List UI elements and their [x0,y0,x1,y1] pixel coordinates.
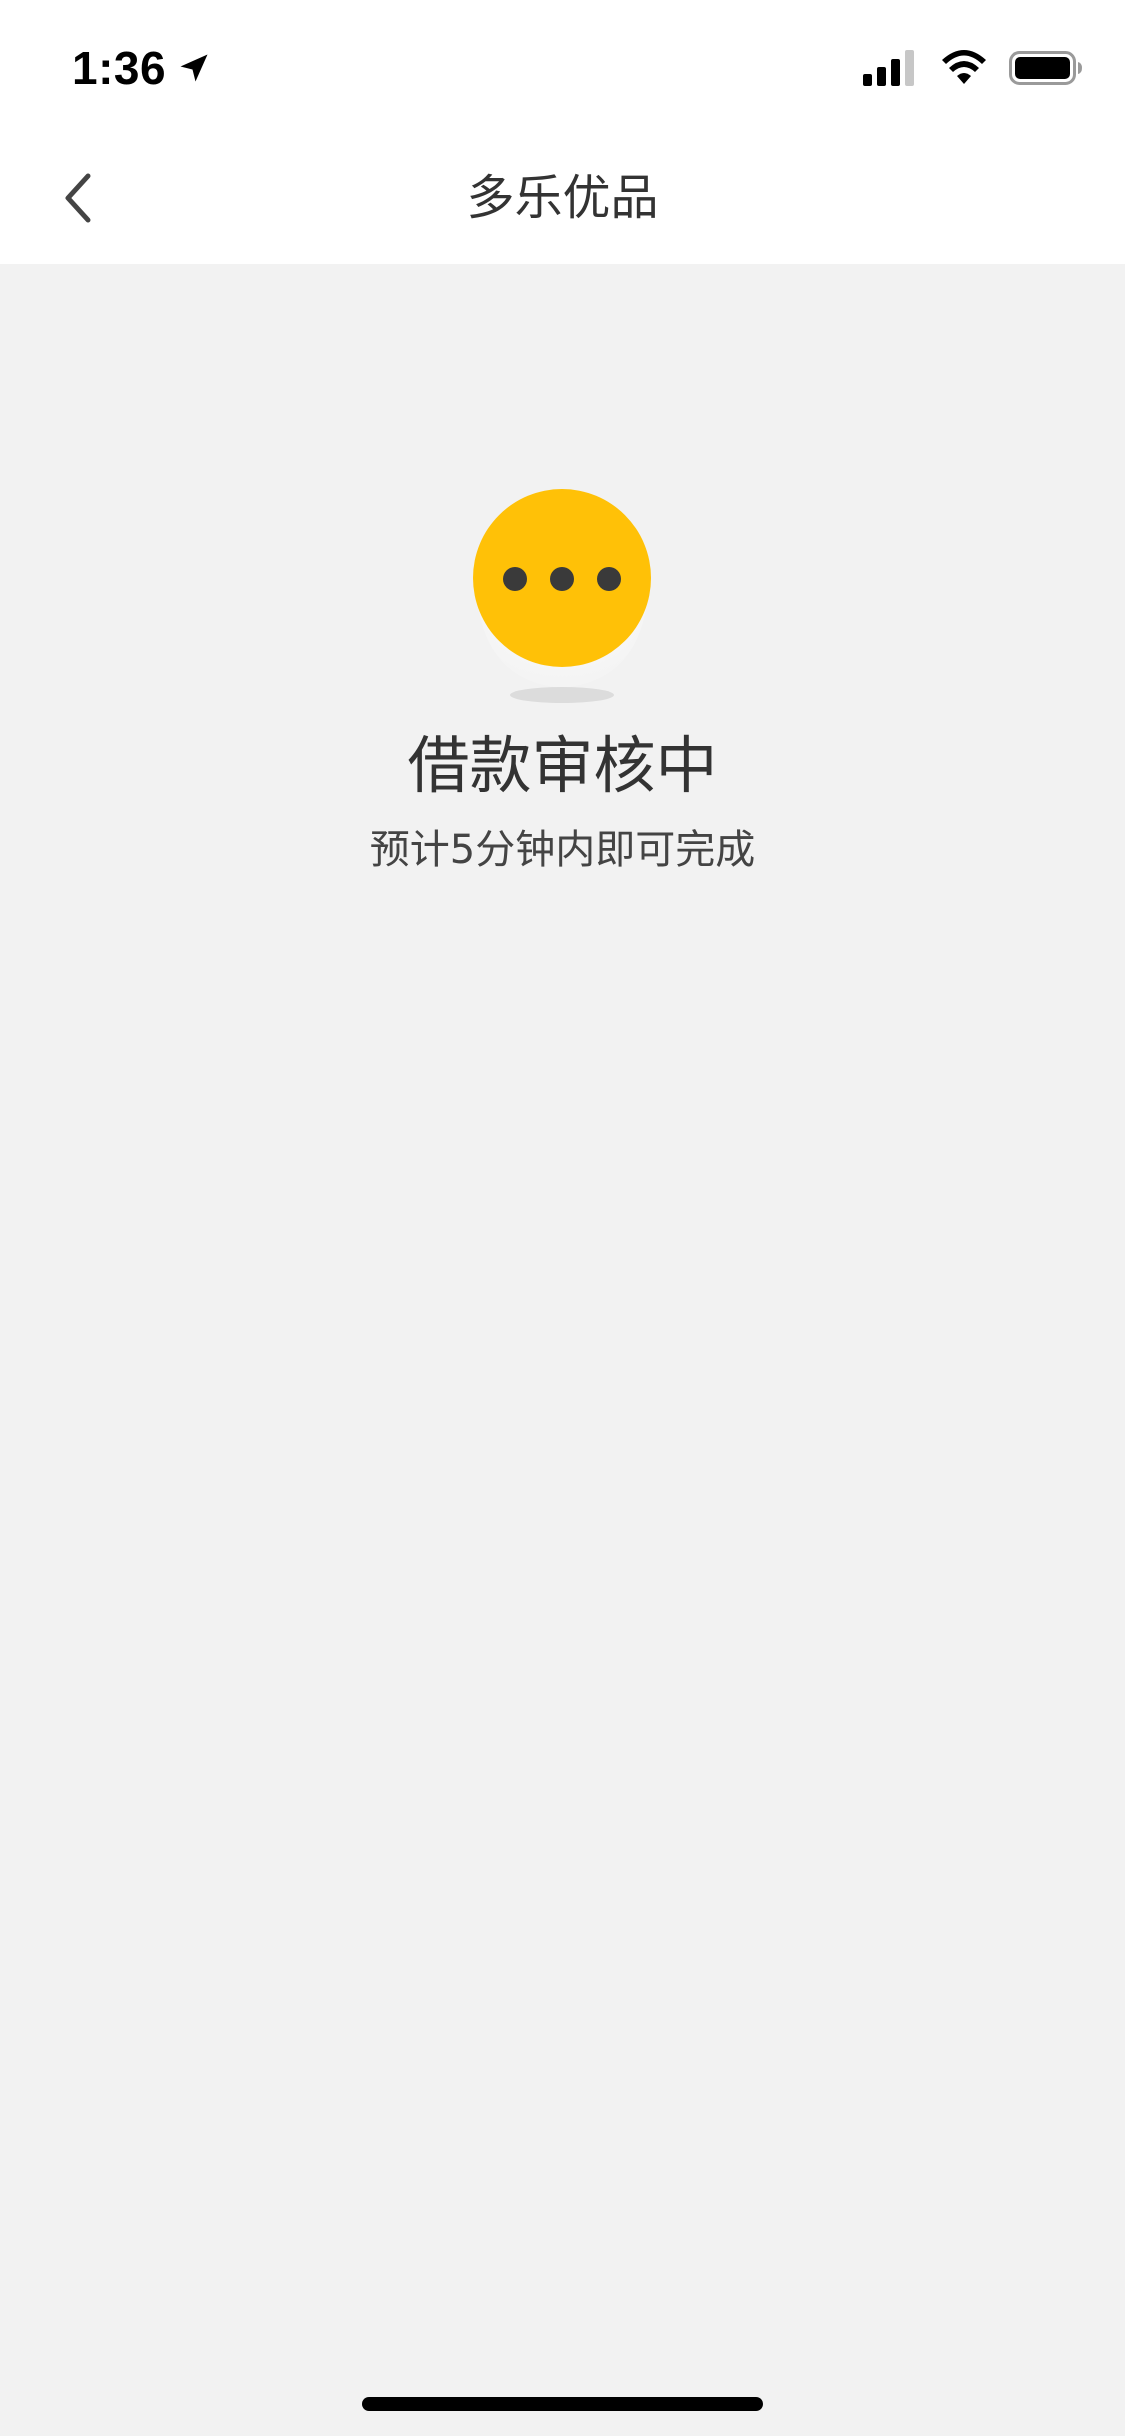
cellular-signal-icon [863,50,919,86]
location-arrow-icon [176,50,212,86]
navigation-bar: 多乐优品 [0,132,1125,264]
status-time: 1:36 [72,42,167,94]
home-indicator[interactable] [362,2397,763,2411]
ellipsis-circle-icon [460,480,665,715]
status-bar: 1:36 [0,0,1125,132]
wifi-icon [941,50,987,86]
review-status-title: 借款审核中 [407,729,718,802]
page-title: 多乐优品 [466,170,659,226]
review-status-subtitle: 预计5分钟内即可完成 [369,827,756,873]
battery-icon [1009,50,1083,86]
status-icons [863,48,1083,88]
status-time-group: 1:36 [72,40,212,96]
